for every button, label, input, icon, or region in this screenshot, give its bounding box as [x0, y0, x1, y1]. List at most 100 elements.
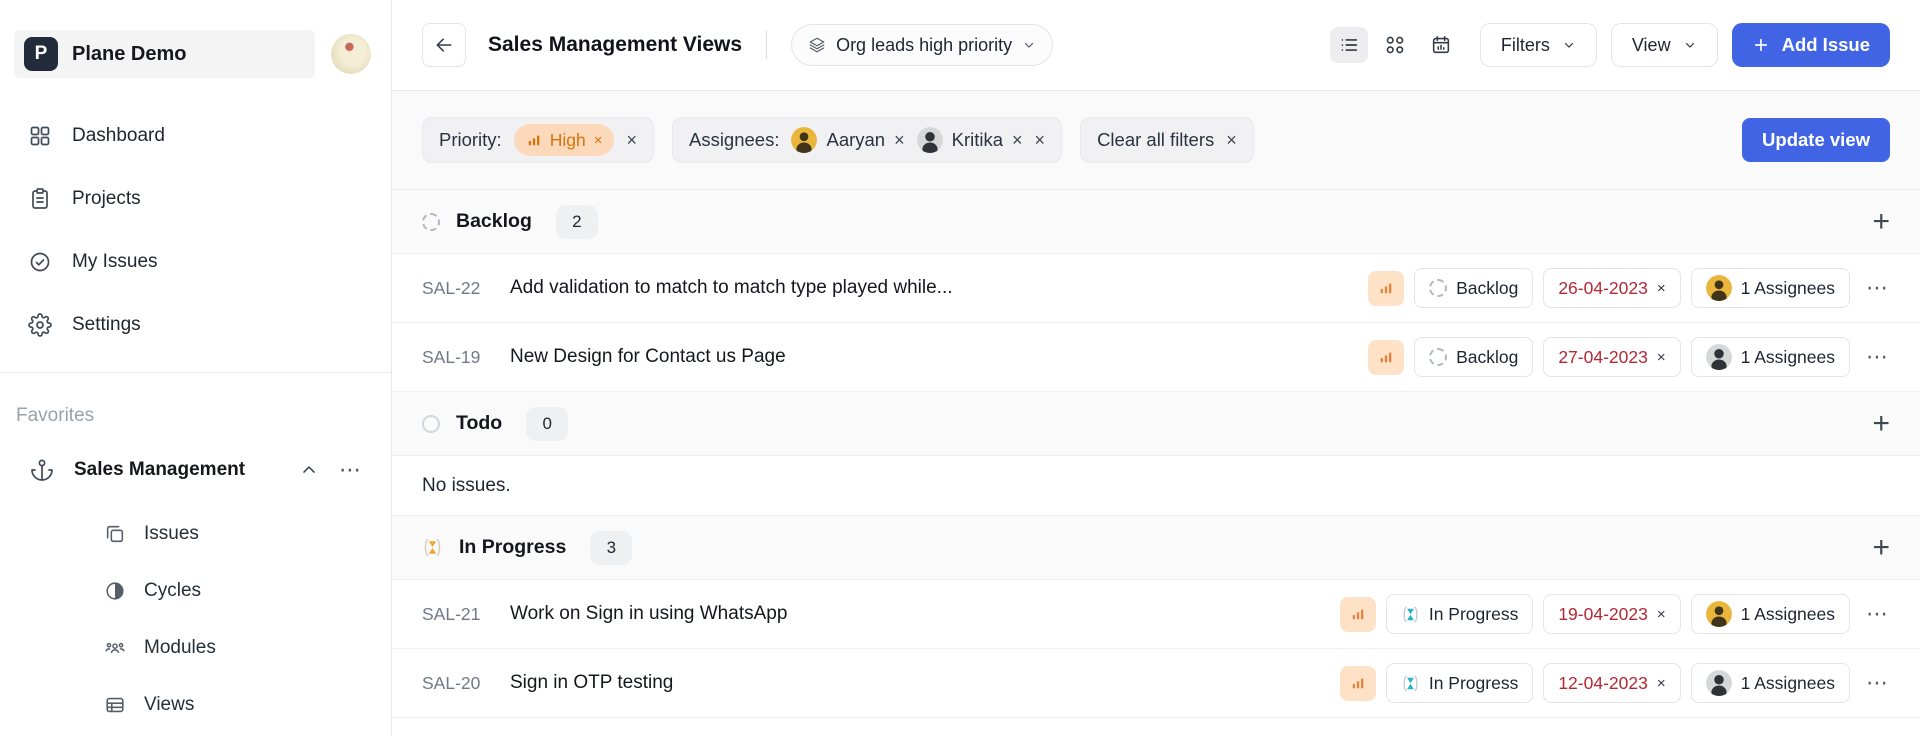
- plus-icon: [1752, 36, 1770, 54]
- sidebar-item-modules[interactable]: Modules: [0, 619, 391, 676]
- chevron-down-icon: [1022, 38, 1036, 52]
- remove-assignees-filter-icon[interactable]: ×: [1035, 131, 1046, 149]
- assignees-button[interactable]: 1 Assignees: [1691, 594, 1850, 634]
- project-sub-nav: Issues Cycles Modules Views: [0, 505, 391, 733]
- add-issue-button[interactable]: Add Issue: [1732, 23, 1890, 67]
- sidebar-item-label: Settings: [72, 314, 141, 336]
- due-date-button[interactable]: 26-04-2023 ×: [1543, 268, 1680, 308]
- issue-more-icon[interactable]: ⋯: [1866, 603, 1890, 625]
- issue-row[interactable]: SAL-19 New Design for Contact us Page Ba…: [392, 323, 1920, 392]
- group-count-badge: 3: [590, 531, 632, 565]
- chevron-up-icon[interactable]: [299, 460, 319, 480]
- issue-title: Add validation to match to match type pl…: [510, 277, 953, 299]
- assignees-button[interactable]: 1 Assignees: [1691, 663, 1850, 703]
- gear-icon: [28, 313, 52, 337]
- assignees-filter-label: Assignees:: [689, 129, 780, 151]
- calendar-icon: [1430, 34, 1452, 56]
- remove-date-icon[interactable]: ×: [1657, 675, 1666, 692]
- add-issue-label: Add Issue: [1782, 34, 1870, 56]
- add-issue-to-group-icon[interactable]: +: [1872, 207, 1890, 237]
- remove-priority-filter-icon[interactable]: ×: [626, 131, 637, 149]
- sidebar-item-my-issues[interactable]: My Issues: [14, 230, 377, 293]
- priority-button[interactable]: [1368, 271, 1404, 306]
- group-count-badge: 0: [526, 407, 568, 441]
- issue-more-icon[interactable]: ⋯: [1866, 277, 1890, 299]
- issue-row[interactable]: SAL-22 Add validation to match to match …: [392, 254, 1920, 323]
- user-avatar[interactable]: [331, 34, 371, 74]
- sub-item-label: Views: [144, 694, 194, 716]
- issue-row[interactable]: SAL-20 Sign in OTP testing In Progress 1…: [392, 649, 1920, 718]
- issue-more-icon[interactable]: ⋯: [1866, 346, 1890, 368]
- workspace-switcher[interactable]: P Plane Demo: [14, 30, 315, 78]
- sidebar-item-projects[interactable]: Projects: [14, 167, 377, 230]
- avatar-aaryan: [1706, 601, 1732, 627]
- clear-all-filters-label: Clear all filters: [1097, 129, 1214, 151]
- projects-icon: [28, 187, 52, 211]
- remove-date-icon[interactable]: ×: [1657, 280, 1666, 297]
- priority-high-chip[interactable]: High ×: [514, 124, 615, 156]
- state-label: Backlog: [1456, 278, 1518, 299]
- state-button[interactable]: In Progress: [1386, 594, 1533, 634]
- group-count-badge: 2: [556, 205, 598, 239]
- chevron-down-icon: [1562, 38, 1576, 52]
- due-date-button[interactable]: 19-04-2023 ×: [1543, 594, 1680, 634]
- add-issue-to-group-icon[interactable]: +: [1872, 409, 1890, 439]
- issue-more-icon[interactable]: ⋯: [1866, 672, 1890, 694]
- avatar-kritika: [1706, 344, 1732, 370]
- view-selector-dropdown[interactable]: Org leads high priority: [791, 24, 1053, 66]
- sidebar-item-views[interactable]: Views: [0, 676, 391, 733]
- favorites-heading: Favorites: [0, 405, 391, 427]
- add-issue-to-group-icon[interactable]: +: [1872, 533, 1890, 563]
- backlog-state-icon: [422, 213, 440, 231]
- remove-date-icon[interactable]: ×: [1657, 349, 1666, 366]
- backlog-state-icon: [1429, 348, 1447, 366]
- remove-assignee-aaryan-icon[interactable]: ×: [894, 131, 905, 149]
- priority-bars-icon: [1378, 349, 1394, 365]
- arrow-left-icon: [434, 35, 454, 55]
- sidebar-item-label: My Issues: [72, 251, 158, 273]
- priority-bars-icon: [526, 132, 542, 148]
- state-button[interactable]: In Progress: [1386, 663, 1533, 703]
- sidebar-item-issues[interactable]: Issues: [0, 505, 391, 562]
- workspace-name: Plane Demo: [72, 43, 186, 66]
- project-more-icon[interactable]: ⋯: [339, 459, 363, 481]
- sidebar-item-label: Projects: [72, 188, 141, 210]
- issue-id: SAL-21: [422, 604, 496, 625]
- topbar: Sales Management Views Org leads high pr…: [392, 0, 1920, 91]
- state-button[interactable]: Backlog: [1414, 337, 1533, 377]
- due-date-button[interactable]: 12-04-2023 ×: [1543, 663, 1680, 703]
- sidebar-item-dashboard[interactable]: Dashboard: [14, 104, 377, 167]
- issue-title: New Design for Contact us Page: [510, 346, 786, 368]
- clear-all-filters[interactable]: Clear all filters ×: [1080, 117, 1254, 163]
- workspace-logo: P: [24, 37, 58, 71]
- view-selector-value: Org leads high priority: [836, 35, 1012, 56]
- priority-button[interactable]: [1340, 666, 1376, 701]
- assignee-chip-kritika[interactable]: Kritika ×: [917, 127, 1023, 153]
- sidebar-item-cycles[interactable]: Cycles: [0, 562, 391, 619]
- back-button[interactable]: [422, 23, 466, 67]
- kanban-view-button[interactable]: [1376, 27, 1414, 63]
- remove-assignee-kritika-icon[interactable]: ×: [1012, 131, 1023, 149]
- sidebar-item-settings[interactable]: Settings: [14, 293, 377, 356]
- grid-circles-icon: [1384, 34, 1406, 56]
- list-view-button[interactable]: [1330, 27, 1368, 63]
- assignees-button[interactable]: 1 Assignees: [1691, 337, 1850, 377]
- avatar-kritika: [917, 127, 943, 153]
- due-date-button[interactable]: 27-04-2023 ×: [1543, 337, 1680, 377]
- assignee-chip-aaryan[interactable]: Aaryan ×: [791, 127, 904, 153]
- assignees-label: 1 Assignees: [1741, 278, 1835, 299]
- remove-date-icon[interactable]: ×: [1657, 606, 1666, 623]
- issue-row[interactable]: SAL-21 Work on Sign in using WhatsApp In…: [392, 580, 1920, 649]
- view-button[interactable]: View: [1611, 23, 1718, 67]
- priority-button[interactable]: [1368, 340, 1404, 375]
- priority-button[interactable]: [1340, 597, 1376, 632]
- calendar-view-button[interactable]: [1422, 27, 1460, 63]
- filters-button[interactable]: Filters: [1480, 23, 1597, 67]
- state-button[interactable]: Backlog: [1414, 268, 1533, 308]
- assignees-button[interactable]: 1 Assignees: [1691, 268, 1850, 308]
- check-circle-icon: [28, 250, 52, 274]
- update-view-button[interactable]: Update view: [1742, 118, 1890, 162]
- remove-priority-high-icon[interactable]: ×: [594, 133, 603, 148]
- sidebar-project-sales-management[interactable]: Sales Management ⋯: [0, 441, 391, 499]
- layout-switcher: [1330, 27, 1460, 63]
